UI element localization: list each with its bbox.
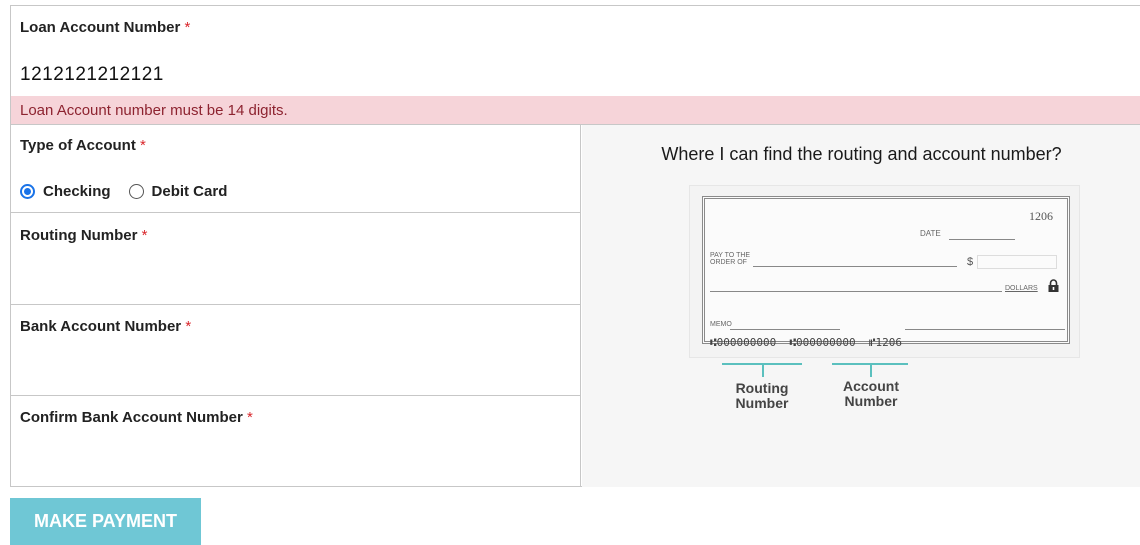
required-mark: * — [141, 227, 148, 244]
routing-caption-line2: Number — [735, 395, 789, 411]
routing-number-caption: Routing Number — [722, 381, 802, 411]
check-pay-to-line1: PAY TO THE — [710, 252, 751, 259]
check-signature-line — [905, 329, 1065, 330]
bank-details-column: Type of Account * Checking Debit Card Ro… — [11, 125, 581, 487]
account-caption-line2: Number — [844, 393, 898, 409]
make-payment-button[interactable]: MAKE PAYMENT — [10, 498, 201, 545]
check-pay-to-label: PAY TO THE ORDER OF — [710, 252, 750, 266]
confirm-bank-account-row: Confirm Bank Account Number * — [11, 396, 580, 486]
help-panel: Where I can find the routing and account… — [582, 125, 1140, 487]
routing-number-label: Routing Number * — [20, 227, 148, 244]
check-amount-box — [977, 255, 1057, 269]
bank-account-number-label-text: Bank Account Number — [20, 318, 182, 335]
required-mark: * — [246, 409, 253, 426]
radio-option-checking[interactable]: Checking — [20, 183, 111, 200]
loan-account-error: Loan Account number must be 14 digits. — [11, 96, 1140, 125]
loan-account-section: Loan Account Number * 1212121212121 — [11, 6, 1140, 96]
account-type-label-text: Type of Account — [20, 137, 136, 154]
confirm-bank-account-label-text: Confirm Bank Account Number — [20, 409, 243, 426]
sample-check-image: 1206 DATE PAY TO THE ORDER OF $ DOLLARS … — [689, 185, 1080, 358]
bank-account-number-input[interactable] — [11, 343, 580, 393]
check-memo-label: MEMO — [710, 321, 732, 328]
routing-number-input[interactable] — [11, 252, 580, 302]
loan-account-label-text: Loan Account Number — [20, 19, 181, 36]
bank-account-number-label: Bank Account Number * — [20, 318, 191, 335]
radio-option-debit-card[interactable]: Debit Card — [128, 183, 228, 200]
radio-checked-icon[interactable] — [20, 184, 35, 199]
required-mark: * — [185, 318, 192, 335]
routing-number-label-text: Routing Number — [20, 227, 138, 244]
loan-account-label: Loan Account Number * — [20, 19, 190, 36]
check-micr-line: ⑆000000000 ⑆000000000 ⑈1206 — [710, 336, 902, 349]
required-mark: * — [184, 19, 191, 36]
account-type-row: Type of Account * Checking Debit Card — [11, 125, 580, 213]
radio-label-debit-card: Debit Card — [151, 183, 228, 200]
payment-form: Loan Account Number * 1212121212121 Loan… — [10, 5, 1140, 487]
check-number: 1206 — [1029, 209, 1053, 223]
account-caption-line1: Account — [843, 378, 899, 394]
bank-account-number-row: Bank Account Number * — [11, 305, 580, 396]
account-type-label: Type of Account * — [20, 137, 146, 154]
routing-caption-line1: Routing — [735, 380, 789, 396]
account-number-caption: Account Number — [827, 379, 915, 409]
account-bracket — [832, 363, 908, 377]
confirm-bank-account-input[interactable] — [11, 434, 580, 484]
check-date-label: DATE — [920, 229, 941, 238]
check-payee-line — [753, 266, 957, 267]
lock-icon — [1048, 279, 1059, 292]
routing-bracket — [722, 363, 802, 377]
check-memo-line — [730, 329, 840, 330]
check-amount-words-line — [710, 291, 1002, 292]
required-mark: * — [140, 137, 146, 154]
routing-number-row: Routing Number * — [11, 214, 580, 305]
check-dollar-sign: $ — [967, 256, 974, 268]
check-dollars-label: DOLLARS — [1005, 285, 1038, 292]
radio-unchecked-icon[interactable] — [128, 184, 144, 199]
loan-account-input[interactable]: 1212121212121 — [20, 64, 164, 86]
account-type-radio-group: Checking Debit Card — [20, 183, 245, 200]
check-date-line — [949, 239, 1015, 240]
check-body: 1206 DATE PAY TO THE ORDER OF $ DOLLARS … — [702, 196, 1070, 349]
help-title: Where I can find the routing and account… — [661, 144, 1062, 164]
check-pay-to-line2: ORDER OF — [710, 259, 747, 266]
confirm-bank-account-label: Confirm Bank Account Number * — [20, 409, 253, 426]
radio-label-checking: Checking — [43, 183, 111, 200]
